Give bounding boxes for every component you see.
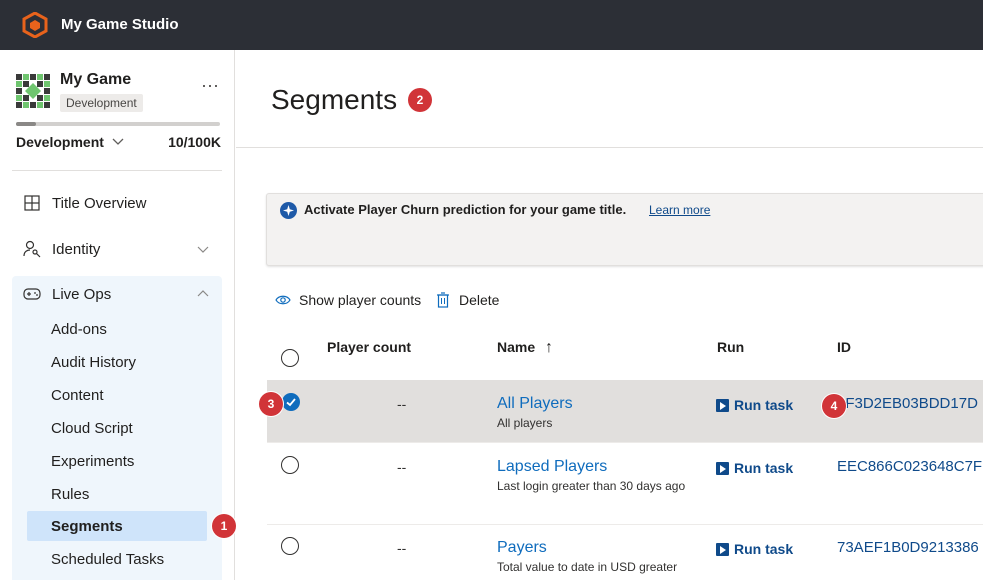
- usage-count: 10/100K: [168, 134, 221, 150]
- chevron-down-icon: [112, 138, 124, 145]
- segment-description: Last login greater than 30 days ago: [497, 479, 686, 493]
- player-count-cell: --: [397, 459, 407, 475]
- usage-bar-fill: [16, 122, 37, 126]
- top-bar: My Game Studio: [0, 0, 983, 50]
- play-icon: [716, 461, 729, 475]
- run-task-label: Run task: [734, 541, 794, 557]
- person-key-icon: [23, 240, 41, 258]
- column-header-run: Run: [717, 339, 745, 355]
- churn-prediction-banner: Activate Player Churn prediction for you…: [266, 193, 983, 266]
- trash-icon: [435, 292, 451, 308]
- sparkle-icon: [280, 202, 297, 219]
- segment-name-link[interactable]: Payers: [497, 539, 547, 557]
- checkmark-icon: [286, 398, 296, 407]
- sidebar-item-label: Live Ops: [52, 285, 112, 303]
- run-task-button[interactable]: Run task: [716, 460, 793, 476]
- sort-ascending-icon: ↑: [545, 339, 554, 356]
- app-title: My Game Studio: [61, 16, 179, 33]
- run-task-button[interactable]: Run task: [716, 397, 793, 413]
- sidebar-subitem-scheduled-tasks[interactable]: Scheduled Tasks: [27, 544, 207, 574]
- column-header-id[interactable]: ID: [837, 339, 851, 355]
- column-header-name-label: Name: [497, 339, 536, 355]
- environment-selector-label: Development: [16, 134, 104, 150]
- studio-logo-icon[interactable]: [22, 12, 48, 38]
- sidebar-subitem-segments[interactable]: Segments: [27, 511, 207, 541]
- annotation-badge: 3: [259, 392, 283, 416]
- row-select-radio[interactable]: [281, 537, 299, 555]
- banner-message: Activate Player Churn prediction for you…: [304, 202, 627, 217]
- environment-badge: Development: [60, 94, 143, 112]
- learn-more-link[interactable]: Learn more: [649, 203, 710, 217]
- sidebar-item-title-overview[interactable]: Title Overview: [12, 183, 222, 223]
- delete-label: Delete: [459, 292, 500, 308]
- row-select-radio[interactable]: [281, 456, 299, 474]
- row-select-radio[interactable]: [282, 393, 300, 411]
- sidebar-divider: [12, 170, 222, 171]
- segment-id-link[interactable]: 1F3D2EB03BDD17D: [837, 395, 978, 412]
- show-player-counts-label: Show player counts: [299, 292, 422, 308]
- gamepad-icon: [23, 285, 41, 303]
- column-header-player-count[interactable]: Player count: [327, 339, 411, 355]
- segment-description: Total value to date in USD greater: [497, 560, 678, 574]
- select-all-radio[interactable]: [281, 349, 299, 367]
- annotation-badge: 1: [212, 514, 236, 538]
- sidebar-subitem-experiments[interactable]: Experiments: [27, 446, 207, 476]
- run-task-label: Run task: [734, 460, 794, 476]
- page-title: Segments: [271, 84, 398, 115]
- segment-name-link[interactable]: All Players: [497, 395, 573, 413]
- grid-icon: [23, 194, 41, 212]
- delete-button[interactable]: Delete: [435, 290, 499, 310]
- sidebar-item-label: Title Overview: [52, 194, 147, 212]
- player-count-cell: --: [397, 396, 407, 412]
- sidebar-subitem-audit-history[interactable]: Audit History: [27, 347, 207, 377]
- segment-name-link[interactable]: Lapsed Players: [497, 458, 607, 476]
- title-divider: [236, 147, 983, 148]
- game-avatar-icon: [16, 74, 50, 108]
- game-name: My Game: [60, 71, 132, 88]
- sidebar-item-identity[interactable]: Identity: [12, 229, 222, 269]
- chevron-down-icon: [197, 246, 209, 253]
- chevron-up-icon: [197, 290, 209, 297]
- segment-id-link[interactable]: 73AEF1B0D9213386: [837, 539, 979, 556]
- sidebar: My Game Development ··· Development 10/1…: [0, 50, 235, 580]
- sidebar-item-live-ops[interactable]: Live Ops: [12, 274, 222, 314]
- play-icon: [716, 542, 729, 556]
- column-header-name[interactable]: Name ↑: [497, 339, 553, 357]
- run-task-button[interactable]: Run task: [716, 541, 793, 557]
- sidebar-subitem-add-ons[interactable]: Add-ons: [27, 314, 207, 344]
- segment-description: All players: [497, 416, 553, 430]
- run-task-label: Run task: [734, 397, 794, 413]
- segment-id-link[interactable]: EEC866C023648C7F: [837, 458, 982, 475]
- more-options-icon[interactable]: ···: [198, 76, 222, 96]
- play-icon: [716, 398, 729, 412]
- sidebar-subitem-rules[interactable]: Rules: [27, 479, 207, 509]
- environment-selector[interactable]: Development: [16, 134, 124, 150]
- player-count-cell: --: [397, 540, 407, 556]
- sidebar-subitem-content[interactable]: Content: [27, 380, 207, 410]
- show-player-counts-button[interactable]: Show player counts: [275, 290, 421, 310]
- annotation-badge: 2: [408, 88, 432, 112]
- usage-bar: [16, 122, 220, 126]
- sidebar-subitem-cloud-script[interactable]: Cloud Script: [27, 413, 207, 443]
- eye-icon: [275, 292, 291, 308]
- sidebar-item-label: Identity: [52, 240, 101, 258]
- annotation-badge: 4: [822, 394, 846, 418]
